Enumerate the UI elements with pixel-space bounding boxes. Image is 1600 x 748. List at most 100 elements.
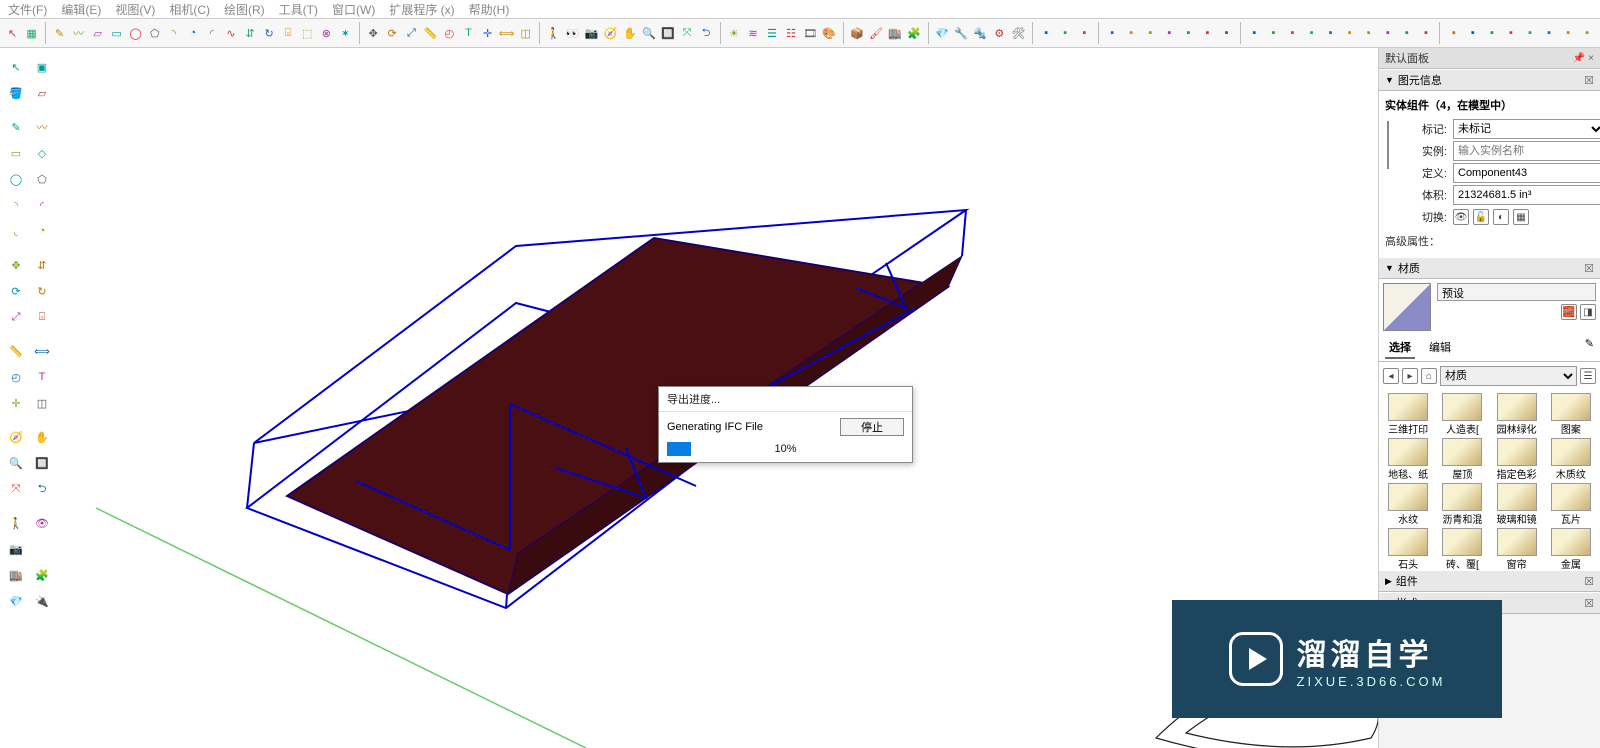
outershell-button[interactable]: ⬚ bbox=[298, 21, 317, 45]
hidden-icon[interactable]: ◐ bbox=[1493, 209, 1509, 225]
material-folder[interactable]: 金属 bbox=[1545, 528, 1597, 570]
material-folder[interactable]: 沥青和混 bbox=[1436, 483, 1488, 526]
details-icon[interactable]: ☰ bbox=[1580, 368, 1596, 384]
intersect-button[interactable]: ⊗ bbox=[317, 21, 336, 45]
menu-file[interactable]: 文件(F) bbox=[8, 1, 47, 18]
offset-tool[interactable]: ⌻ bbox=[30, 305, 54, 329]
material-folder[interactable]: 园林绿化 bbox=[1491, 393, 1543, 436]
ext6-button[interactable]: ▪ bbox=[1198, 21, 1217, 45]
plugin-tool[interactable]: 🔌 bbox=[30, 589, 54, 613]
text-button[interactable]: T bbox=[459, 21, 478, 45]
eraser-button[interactable]: ▱ bbox=[88, 21, 107, 45]
freehand-button[interactable]: 〰 bbox=[69, 21, 88, 45]
move-button[interactable]: ✥ bbox=[364, 21, 383, 45]
menu-window[interactable]: 窗口(W) bbox=[332, 1, 375, 18]
dimension-tool[interactable]: ⟺ bbox=[30, 339, 54, 363]
protractor-button[interactable]: ◴ bbox=[440, 21, 459, 45]
r6-button[interactable]: ▪ bbox=[1340, 21, 1359, 45]
b2-button[interactable]: ▪ bbox=[1463, 21, 1482, 45]
visible-icon[interactable]: 👁 bbox=[1453, 209, 1469, 225]
look-tool[interactable]: 👁 bbox=[30, 511, 54, 535]
menu-view[interactable]: 视图(V) bbox=[115, 1, 155, 18]
zoom-extents-tool[interactable]: ⤧ bbox=[4, 477, 28, 501]
b7-button[interactable]: ▪ bbox=[1559, 21, 1578, 45]
back-icon[interactable]: ◂ bbox=[1383, 368, 1399, 384]
r2-button[interactable]: ▪ bbox=[1264, 21, 1283, 45]
menu-draw[interactable]: 绘图(R) bbox=[224, 1, 265, 18]
axes-tool[interactable]: ✛ bbox=[4, 391, 28, 415]
outliner-button[interactable]: ☷ bbox=[782, 21, 801, 45]
plugin-a-button[interactable]: 🔧 bbox=[952, 21, 971, 45]
preset-button[interactable]: 预设 bbox=[1437, 283, 1596, 301]
default-material-icon[interactable]: ◨ bbox=[1580, 304, 1596, 320]
blank-tool[interactable] bbox=[30, 537, 54, 561]
freehand-tool[interactable]: 〰 bbox=[30, 115, 54, 139]
fog-button[interactable]: ≋ bbox=[743, 21, 762, 45]
ext2-button[interactable]: ▪ bbox=[1122, 21, 1141, 45]
section-components-header[interactable]: ▶ 组件 ☒ bbox=[1379, 570, 1600, 592]
cursor-tool[interactable]: ↖ bbox=[4, 55, 28, 79]
ruby-button[interactable]: 💎 bbox=[933, 21, 952, 45]
icon-c-button[interactable]: ▪ bbox=[1075, 21, 1094, 45]
stop-button[interactable]: 停止 bbox=[840, 418, 904, 436]
position-tool[interactable]: 📷 bbox=[4, 537, 28, 561]
plugin-c-button[interactable]: ⚙ bbox=[990, 21, 1009, 45]
eraser-tool[interactable]: ▱ bbox=[30, 81, 54, 105]
material-folder[interactable]: 图案 bbox=[1545, 393, 1597, 436]
materials-button[interactable]: 🎨 bbox=[820, 21, 839, 45]
pushpull-button[interactable]: ⇵ bbox=[241, 21, 260, 45]
polygon-button[interactable]: ⬠ bbox=[145, 21, 164, 45]
r7-button[interactable]: ▪ bbox=[1359, 21, 1378, 45]
close-icon[interactable]: ☒ bbox=[1584, 262, 1594, 275]
ext7-button[interactable]: ▪ bbox=[1217, 21, 1236, 45]
material-folder[interactable]: 指定色彩 bbox=[1491, 438, 1543, 481]
prev-view-tool[interactable]: ⮌ bbox=[30, 477, 54, 501]
b6-button[interactable]: ▪ bbox=[1540, 21, 1559, 45]
ext3-button[interactable]: ▪ bbox=[1141, 21, 1160, 45]
previous-button[interactable]: ⮌ bbox=[697, 21, 716, 45]
walk-tool[interactable]: 🚶 bbox=[4, 511, 28, 535]
material-folder[interactable]: 瓦片 bbox=[1545, 483, 1597, 526]
followme-button[interactable]: ↻ bbox=[260, 21, 279, 45]
protractor-tool[interactable]: ◴ bbox=[4, 365, 28, 389]
shadow-icon[interactable]: ▦ bbox=[1513, 209, 1529, 225]
material-folder[interactable]: 三维打印 bbox=[1382, 393, 1434, 436]
arc3-tool[interactable]: ◟ bbox=[4, 219, 28, 243]
shadow-button[interactable]: ☀ bbox=[724, 21, 743, 45]
axes-button[interactable]: ✛ bbox=[478, 21, 497, 45]
pie-tool[interactable]: ◔ bbox=[30, 219, 54, 243]
instance-input[interactable] bbox=[1453, 141, 1600, 161]
rotate-tool[interactable]: ⟳ bbox=[4, 279, 28, 303]
position-camera-button[interactable]: 📷 bbox=[582, 21, 601, 45]
bucket-tool[interactable]: 🪣 bbox=[4, 81, 28, 105]
rectangle-button[interactable]: ▭ bbox=[107, 21, 126, 45]
arc2-button[interactable]: ◜ bbox=[202, 21, 221, 45]
b3-button[interactable]: ▪ bbox=[1482, 21, 1501, 45]
3dwh-tool[interactable]: 🏬 bbox=[4, 563, 28, 587]
fwd-icon[interactable]: ▸ bbox=[1402, 368, 1418, 384]
pin-icon[interactable]: 📌 × bbox=[1573, 53, 1594, 64]
pan-button[interactable]: ✋ bbox=[620, 21, 639, 45]
material-collection-select[interactable]: 材质 bbox=[1440, 366, 1577, 386]
definition-input[interactable] bbox=[1453, 163, 1600, 183]
explode-button[interactable]: ✶ bbox=[336, 21, 355, 45]
menu-camera[interactable]: 相机(C) bbox=[169, 1, 210, 18]
walk-button[interactable]: 🚶 bbox=[544, 21, 563, 45]
menu-extensions[interactable]: 扩展程序 (x) bbox=[389, 1, 454, 18]
plugin-d-button[interactable]: 🛠 bbox=[1009, 21, 1028, 45]
ext1-button[interactable]: ▪ bbox=[1103, 21, 1122, 45]
polygon-tool[interactable]: ⬠ bbox=[30, 167, 54, 191]
material-folder[interactable]: 玻璃和镜 bbox=[1491, 483, 1543, 526]
close-icon[interactable]: ☒ bbox=[1584, 74, 1594, 87]
zoom-button[interactable]: 🔍 bbox=[639, 21, 658, 45]
select-rect-button[interactable]: ▦ bbox=[22, 21, 41, 45]
components-button[interactable]: 📦 bbox=[848, 21, 867, 45]
dimension-button[interactable]: ⟺ bbox=[497, 21, 516, 45]
zoom-window-button[interactable]: 🔲 bbox=[658, 21, 677, 45]
r9-button[interactable]: ▪ bbox=[1397, 21, 1416, 45]
extwh-tool[interactable]: 🧩 bbox=[30, 563, 54, 587]
section-materials-header[interactable]: ▼ 材质 ☒ bbox=[1379, 257, 1600, 279]
curve-button[interactable]: ∿ bbox=[221, 21, 240, 45]
material-folder[interactable]: 水纹 bbox=[1382, 483, 1434, 526]
zoom-window-tool[interactable]: 🔲 bbox=[30, 451, 54, 475]
